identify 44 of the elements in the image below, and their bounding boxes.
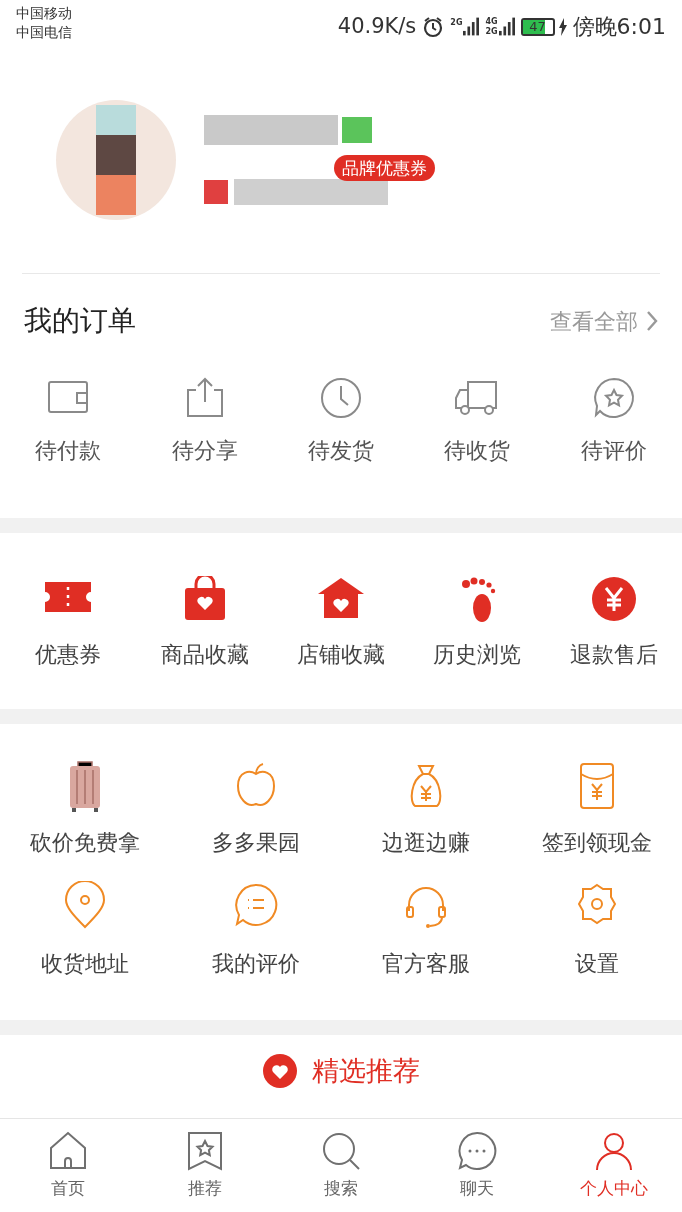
chevron-right-icon bbox=[646, 310, 658, 332]
service-button[interactable]: 收货地址 bbox=[0, 881, 171, 980]
service-button[interactable]: 边逛边赚 bbox=[341, 760, 512, 859]
order-status-button[interactable]: 待付款 bbox=[0, 376, 137, 476]
tab-item[interactable]: 首页 bbox=[0, 1119, 137, 1212]
network-type: 4G bbox=[485, 16, 498, 27]
shortcut-button[interactable]: 店铺收藏 bbox=[272, 575, 410, 671]
service-button[interactable]: 官方客服 bbox=[341, 881, 512, 980]
network-type: 2G bbox=[450, 17, 463, 29]
order-status-button[interactable]: 待评价 bbox=[545, 376, 682, 476]
shortcut-button[interactable]: 优惠券 bbox=[0, 575, 137, 671]
service-button[interactable]: 砍价免费拿 bbox=[0, 760, 171, 859]
alarm-icon bbox=[422, 15, 445, 38]
order-status-button[interactable]: 待发货 bbox=[272, 376, 410, 476]
section-title: 精选推荐 bbox=[312, 1053, 420, 1088]
order-status-button[interactable]: 待收货 bbox=[409, 376, 546, 476]
network-type: 2G bbox=[485, 26, 498, 37]
service-button[interactable]: 设置 bbox=[511, 881, 682, 980]
service-button[interactable]: 我的评价 bbox=[170, 881, 341, 980]
network-speed: 40.9K/s bbox=[337, 12, 417, 40]
coupon-badge[interactable]: 品牌优惠券 bbox=[334, 154, 435, 181]
tab-item[interactable]: 个人中心 bbox=[545, 1119, 682, 1212]
blurred-badge bbox=[342, 116, 372, 143]
heart-badge-icon bbox=[262, 1053, 298, 1089]
charging-icon bbox=[558, 17, 567, 36]
blurred-icon bbox=[204, 179, 228, 204]
carrier-name: 中国电信 bbox=[16, 23, 72, 42]
shortcut-button[interactable]: 退款售后 bbox=[545, 575, 682, 671]
tab-item[interactable]: 推荐 bbox=[136, 1119, 273, 1212]
tab-item[interactable]: 聊天 bbox=[409, 1119, 546, 1212]
signal-icon bbox=[498, 17, 515, 36]
shortcut-button[interactable]: 历史浏览 bbox=[409, 575, 546, 671]
service-button[interactable]: 多多果园 bbox=[170, 760, 341, 859]
signal-icon bbox=[463, 17, 480, 36]
carrier-name: 中国移动 bbox=[16, 4, 72, 23]
chat-bubble-icon bbox=[456, 1129, 499, 1172]
order-status-button[interactable]: 待分享 bbox=[136, 376, 273, 476]
shortcut-button[interactable]: 商品收藏 bbox=[136, 575, 273, 671]
tab-item[interactable]: 搜索 bbox=[272, 1119, 410, 1212]
service-button[interactable]: 签到领现金 bbox=[511, 760, 682, 859]
clock-icon bbox=[318, 376, 364, 420]
clock-time: 傍晚6:01 bbox=[572, 13, 666, 41]
section-title: 我的订单 bbox=[24, 303, 136, 339]
battery-percent: 47 bbox=[529, 19, 546, 34]
